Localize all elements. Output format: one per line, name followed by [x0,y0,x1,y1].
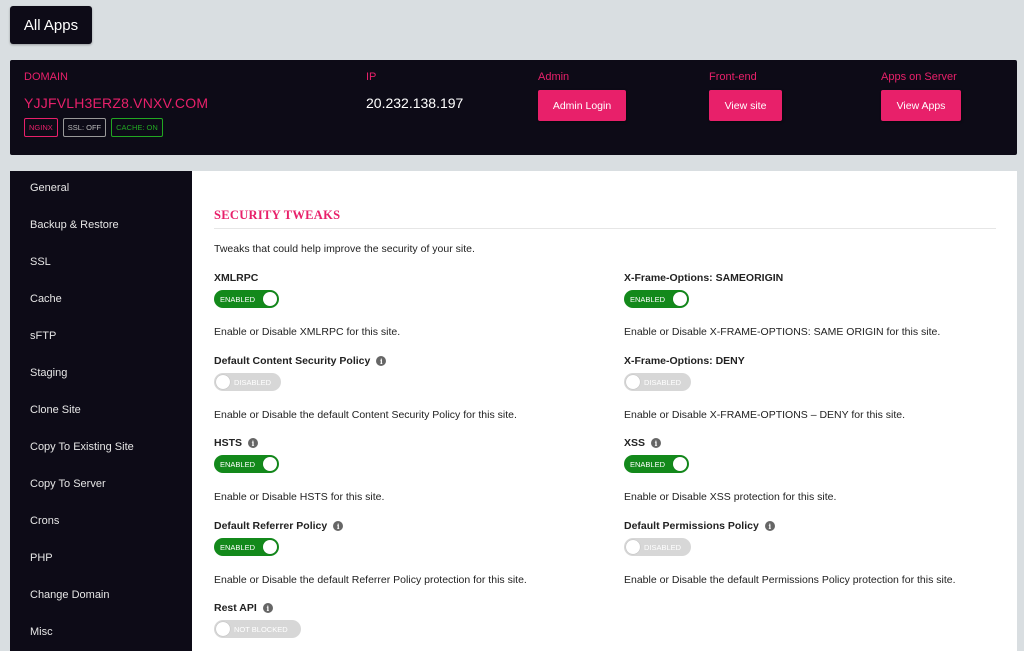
toggle-knob [216,622,230,636]
xframe-sameorigin-toggle[interactable]: ENABLED [624,290,689,308]
intro-text: Tweaks that could help improve the secur… [214,243,475,255]
badges: NGINX SSL: OFF CACHE: ON [24,118,163,137]
ip-label: IP [366,71,377,83]
sidebar: General Backup & Restore SSL Cache sFTP … [10,171,192,651]
sidebar-item-crons[interactable]: Crons [30,515,59,527]
setting-label: Default Permissions Policy i [624,519,775,533]
setting-referrer-policy: Default Referrer Policy i ENABLED Enable … [214,519,527,586]
setting-description: Enable or Disable XMLRPC for this site. [214,326,401,338]
xmlrpc-toggle[interactable]: ENABLED [214,290,279,308]
setting-rest-api: Rest API i NOT BLOCKED [214,601,301,638]
toggle-knob [263,540,277,554]
domain-label: DOMAIN [24,71,68,83]
toggle-knob [263,292,277,306]
setting-label: X-Frame-Options: DENY [624,355,745,367]
hsts-toggle[interactable]: ENABLED [214,455,279,473]
setting-description: Enable or Disable HSTS for this site. [214,491,385,503]
default-csp-toggle[interactable]: DISABLED [214,373,281,391]
toggle-knob [263,457,277,471]
setting-label: Default Content Security Policy i [214,354,387,368]
admin-login-button[interactable]: Admin Login [538,90,626,121]
all-apps-button[interactable]: All Apps [10,6,92,44]
setting-label: X-Frame-Options: SAMEORIGIN [624,272,784,284]
sidebar-item-misc[interactable]: Misc [30,626,53,638]
sidebar-item-staging[interactable]: Staging [30,367,67,379]
info-icon[interactable]: i [262,603,273,613]
setting-description: Enable or Disable the default Referrer P… [214,574,527,586]
frontend-label: Front-end [709,71,757,83]
setting-description: Enable or Disable the default Permission… [624,574,956,586]
ssl-badge: SSL: OFF [62,118,107,137]
setting-label: XSS i [624,436,662,450]
sidebar-item-backup-restore[interactable]: Backup & Restore [30,219,119,231]
xframe-deny-toggle[interactable]: DISABLED [624,373,691,391]
sidebar-item-copy-to-server[interactable]: Copy To Server [30,478,106,490]
setting-xframe-deny: X-Frame-Options: DENY DISABLED Enable or… [624,354,905,421]
setting-description: Enable or Disable X-FRAME-OPTIONS – DENY… [624,409,906,421]
nginx-badge: NGINX [24,118,58,137]
main-panel: SECURITY TWEAKS Tweaks that could help i… [192,171,1017,651]
info-icon[interactable]: i [248,438,259,448]
cache-badge: CACHE: ON [111,118,163,137]
domain-value: YJJFVLH3ERZ8.VNXV.COM [24,95,209,111]
setting-xframe-sameorigin: X-Frame-Options: SAMEORIGIN ENABLED Enab… [624,271,940,338]
toggle-knob [216,375,230,389]
info-icon[interactable]: i [651,438,662,448]
site-header: DOMAIN YJJFVLH3ERZ8.VNXV.COM NGINX SSL: … [10,60,1017,155]
sidebar-item-cache[interactable]: Cache [30,293,62,305]
setting-label: HSTS i [214,436,259,450]
permissions-policy-toggle[interactable]: DISABLED [624,538,691,556]
setting-xss: XSS i ENABLED Enable or Disable XSS prote… [624,436,836,503]
rest-api-toggle[interactable]: NOT BLOCKED [214,620,301,638]
divider [214,228,996,229]
setting-label: Default Referrer Policy i [214,519,344,533]
setting-description: Enable or Disable the default Content Se… [214,409,517,421]
referrer-policy-toggle[interactable]: ENABLED [214,538,279,556]
sidebar-item-change-domain[interactable]: Change Domain [30,589,110,601]
view-site-button[interactable]: View site [709,90,782,121]
setting-permissions-policy: Default Permissions Policy i DISABLED Ena… [624,519,956,586]
apps-on-server-label: Apps on Server [881,71,957,83]
setting-description: Enable or Disable XSS protection for thi… [624,491,837,503]
ip-value: 20.232.138.197 [366,95,464,111]
view-apps-button[interactable]: View Apps [881,90,961,121]
sidebar-item-copy-to-existing-site[interactable]: Copy To Existing Site [30,441,134,453]
info-icon[interactable]: i [333,521,344,531]
sidebar-item-clone-site[interactable]: Clone Site [30,404,81,416]
admin-label: Admin [538,71,570,83]
info-icon[interactable]: i [764,521,775,531]
toggle-knob [626,540,640,554]
sidebar-item-ssl[interactable]: SSL [30,256,51,268]
setting-label: XMLRPC [214,272,259,284]
setting-label: Rest API i [214,601,273,615]
toggle-knob [626,375,640,389]
info-icon[interactable]: i [376,356,387,366]
setting-description: Enable or Disable X-FRAME-OPTIONS: SAME … [624,326,941,338]
sidebar-item-general[interactable]: General [30,182,69,194]
sidebar-item-sftp[interactable]: sFTP [30,330,56,342]
setting-default-csp: Default Content Security Policy i DISABLE… [214,354,517,421]
sidebar-item-php[interactable]: PHP [30,552,53,564]
section-title: SECURITY TWEAKS [214,208,341,222]
setting-hsts: HSTS i ENABLED Enable or Disable HSTS for… [214,436,384,503]
toggle-knob [673,292,687,306]
xss-toggle[interactable]: ENABLED [624,455,689,473]
toggle-knob [673,457,687,471]
setting-xmlrpc: XMLRPC ENABLED Enable or Disable XMLRPC … [214,271,400,338]
